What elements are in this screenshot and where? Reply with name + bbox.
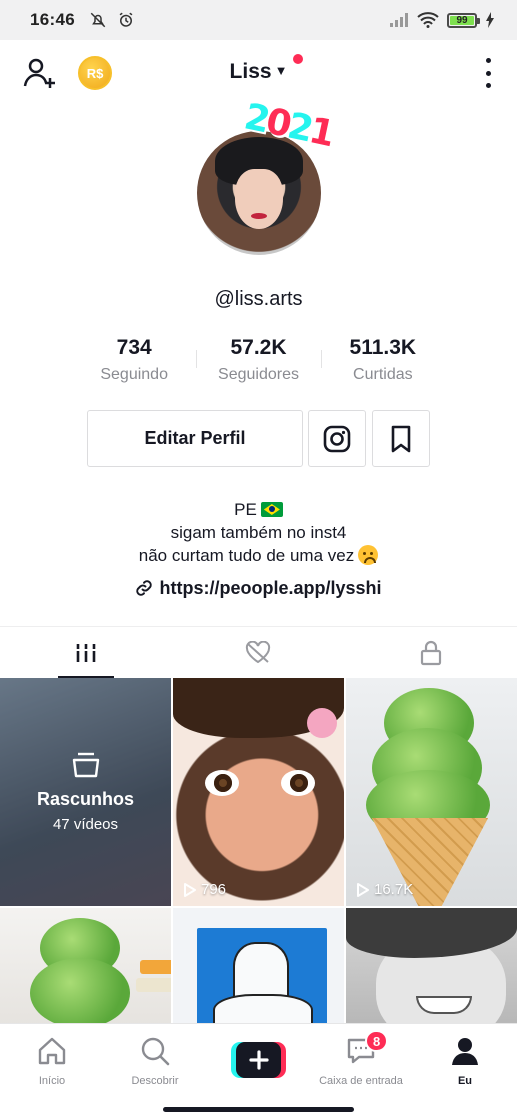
video-grid: Rascunhos 47 vídeos 796 16.7K: [0, 678, 517, 1023]
nav-discover[interactable]: Descobrir: [105, 1036, 205, 1087]
charging-icon: [486, 12, 494, 28]
inbox-badge: 8: [365, 1030, 389, 1052]
bio-link[interactable]: https://peoople.app/lysshi: [0, 578, 517, 599]
nav-label: Início: [38, 1075, 66, 1087]
drafts-count: 47 vídeos: [52, 816, 119, 833]
stat-label: Seguidores: [218, 366, 299, 383]
drafts-tile[interactable]: Rascunhos 47 vídeos: [0, 678, 171, 906]
header-username: Liss: [229, 60, 272, 83]
nav-label: Eu: [457, 1075, 473, 1087]
play-icon: [184, 882, 196, 897]
profile-stats: 734 Seguindo 57.2K Seguidores 511.3K Cur…: [72, 336, 445, 384]
account-switcher[interactable]: Liss ▼: [0, 60, 517, 84]
stat-value: 734: [116, 336, 152, 359]
view-count-text: 16.7K: [374, 881, 414, 898]
lock-icon: [420, 640, 441, 665]
stat-likes[interactable]: 511.3K Curtidas: [320, 336, 445, 384]
stat-label: Curtidas: [353, 366, 413, 383]
nav-home[interactable]: Início: [2, 1036, 102, 1087]
favorites-button[interactable]: [372, 410, 430, 467]
flower-decoration: [307, 708, 337, 738]
videos-grid-icon: [76, 643, 97, 662]
home-icon: [38, 1037, 66, 1065]
nav-me[interactable]: Eu: [415, 1036, 515, 1087]
bio-line: sigam também no inst4: [170, 523, 347, 542]
profile-handle: @liss.arts: [214, 288, 303, 310]
play-icon: [357, 882, 369, 897]
more-options-button[interactable]: [483, 58, 493, 88]
more-dot: [485, 83, 491, 88]
bio-line: não curtam tudo de uma vez: [138, 546, 355, 565]
search-icon: [141, 1037, 170, 1066]
notification-dot: [293, 54, 303, 64]
caret-down-icon: ▼: [274, 63, 288, 78]
bio-line: PE: [234, 500, 257, 519]
stat-label: Seguindo: [100, 366, 168, 383]
nav-label: Descobrir: [131, 1075, 179, 1087]
link-icon: [136, 580, 153, 596]
create-video-button[interactable]: [231, 1042, 286, 1078]
drafts-box-icon: [72, 752, 99, 778]
video-thumbnail[interactable]: 16.7K: [346, 678, 517, 906]
bio-link-text: https://peoople.app/lysshi: [159, 578, 382, 598]
profile-bio: PE sigam também no inst4 não curtam tudo…: [0, 498, 517, 567]
battery-level: 99: [456, 14, 468, 26]
view-count: 16.7K: [356, 881, 413, 898]
tab-liked[interactable]: [172, 627, 344, 678]
edit-profile-button[interactable]: Editar Perfil: [87, 410, 303, 467]
drafts-title: Rascunhos: [36, 789, 135, 809]
video-thumbnail[interactable]: [346, 908, 517, 1023]
stat-value: 57.2K: [230, 336, 287, 359]
alarm-icon: [119, 12, 133, 27]
stat-following[interactable]: 734 Seguindo: [72, 336, 196, 384]
liked-private-icon: [246, 640, 271, 663]
view-count: 796: [183, 881, 226, 898]
brazil-flag-icon: [260, 502, 283, 517]
tab-private[interactable]: [345, 627, 517, 678]
battery-icon: 99: [447, 12, 480, 28]
status-time: 16:46: [30, 10, 75, 29]
stat-followers[interactable]: 57.2K Seguidores: [196, 336, 320, 384]
instagram-icon: [323, 425, 351, 452]
status-bar: 16:46 99: [0, 0, 517, 40]
bookmark-icon: [391, 425, 411, 452]
wifi-icon: [417, 12, 439, 28]
video-thumbnail[interactable]: [0, 908, 171, 1023]
plus-icon: [248, 1050, 269, 1070]
signal-icon: [390, 13, 408, 27]
profile-icon: [452, 1038, 478, 1065]
video-thumbnail[interactable]: 796: [173, 678, 344, 906]
more-dot: [485, 58, 491, 63]
tab-videos[interactable]: [0, 627, 172, 678]
mute-bell-icon: [90, 12, 106, 28]
view-count-text: 796: [201, 881, 227, 898]
profile-tabs: [0, 626, 517, 678]
home-indicator: [163, 1107, 354, 1112]
nav-label: Caixa de entrada: [319, 1075, 403, 1087]
sad-face-icon: [358, 545, 379, 565]
instagram-button[interactable]: [308, 410, 366, 467]
video-thumbnail[interactable]: [173, 908, 344, 1023]
profile-header: R$ Liss ▼: [0, 40, 517, 106]
stat-value: 511.3K: [349, 336, 417, 359]
bottom-nav: Início Descobrir 8 Caixa de entrada Eu: [0, 1023, 517, 1120]
more-dot: [485, 70, 491, 76]
nav-inbox[interactable]: 8 Caixa de entrada: [311, 1030, 411, 1087]
